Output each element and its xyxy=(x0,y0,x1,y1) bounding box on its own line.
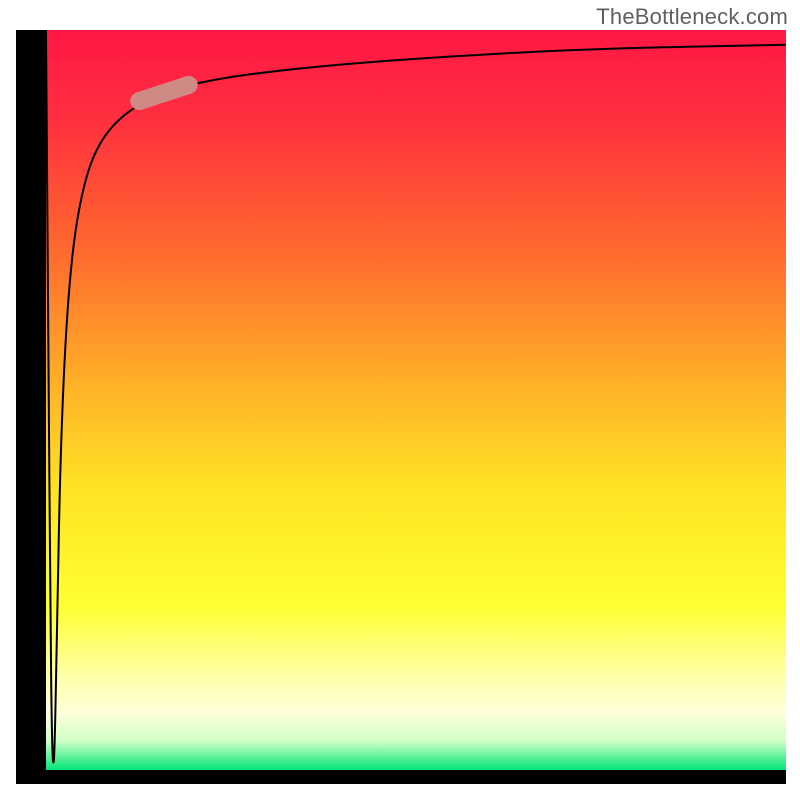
chart-frame xyxy=(16,30,786,784)
plot-area xyxy=(46,30,786,770)
attribution-text: TheBottleneck.com xyxy=(596,4,788,30)
chart-canvas: TheBottleneck.com xyxy=(0,0,800,800)
bottleneck-curve xyxy=(46,30,786,763)
curve-layer xyxy=(46,30,786,770)
